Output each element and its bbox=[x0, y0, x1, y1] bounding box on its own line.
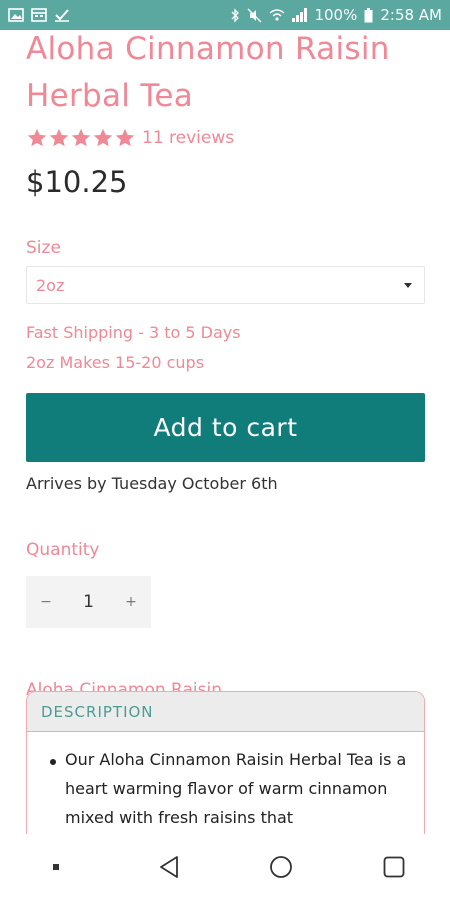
size-label: Size bbox=[26, 238, 61, 258]
back-button[interactable] bbox=[139, 847, 199, 887]
back-icon bbox=[159, 856, 178, 878]
description-text: Our Aloha Cinnamon Raisin Herbal Tea is … bbox=[65, 750, 407, 827]
quantity-value[interactable]: 1 bbox=[83, 592, 94, 612]
product-title: Aloha Cinnamon Raisin Herbal Tea bbox=[26, 31, 390, 114]
home-icon bbox=[270, 856, 293, 878]
home-button[interactable] bbox=[251, 847, 311, 887]
bullet-icon bbox=[50, 759, 56, 765]
bluetooth-icon bbox=[230, 7, 240, 23]
star-rating bbox=[26, 127, 136, 149]
battery-percent: 100% bbox=[314, 6, 358, 24]
calendar-icon bbox=[31, 8, 47, 22]
star-icon bbox=[115, 128, 135, 147]
reviews-link[interactable]: 11 reviews bbox=[142, 128, 234, 148]
nav-dot-button[interactable] bbox=[26, 847, 86, 887]
shipping-info: Fast Shipping - 3 to 5 Days bbox=[26, 323, 241, 342]
star-icon bbox=[27, 128, 47, 147]
star-icon bbox=[71, 128, 91, 147]
dot-icon bbox=[53, 864, 60, 870]
recents-icon bbox=[383, 856, 405, 878]
status-left bbox=[8, 8, 70, 22]
description-heading[interactable]: DESCRIPTION bbox=[27, 692, 424, 732]
size-selected-value: 2oz bbox=[36, 275, 65, 295]
clock-time: 2:58 AM bbox=[380, 6, 442, 24]
size-select[interactable]: 2oz bbox=[26, 266, 425, 304]
signal-icon bbox=[292, 8, 308, 22]
description-body: Our Aloha Cinnamon Raisin Herbal Tea is … bbox=[27, 732, 424, 832]
navigation-bar bbox=[0, 834, 450, 900]
rating-row[interactable]: 11 reviews bbox=[26, 126, 425, 150]
yield-info: 2oz Makes 15-20 cups bbox=[26, 353, 205, 372]
wifi-icon bbox=[269, 8, 285, 22]
image-icon bbox=[8, 8, 24, 22]
quantity-stepper: − 1 + bbox=[26, 576, 151, 628]
star-icon bbox=[93, 128, 113, 147]
product-price: $10.25 bbox=[26, 165, 128, 199]
status-right: 100% 2:58 AM bbox=[230, 6, 442, 24]
battery-icon bbox=[364, 7, 373, 23]
description-panel: DESCRIPTION Our Aloha Cinnamon Raisin He… bbox=[26, 691, 425, 851]
check-icon bbox=[54, 8, 70, 22]
increment-button[interactable]: + bbox=[123, 594, 139, 610]
mute-icon bbox=[247, 8, 262, 23]
recents-button[interactable] bbox=[364, 847, 424, 887]
add-to-cart-button[interactable]: Add to cart bbox=[26, 393, 425, 462]
quantity-label: Quantity bbox=[26, 540, 100, 560]
star-icon bbox=[49, 128, 69, 147]
dropdown-caret-icon bbox=[404, 282, 412, 288]
product-content: Aloha Cinnamon Raisin Herbal Tea 11 revi… bbox=[26, 30, 425, 702]
arrival-estimate: Arrives by Tuesday October 6th bbox=[26, 474, 278, 493]
decrement-button[interactable]: − bbox=[38, 594, 54, 610]
